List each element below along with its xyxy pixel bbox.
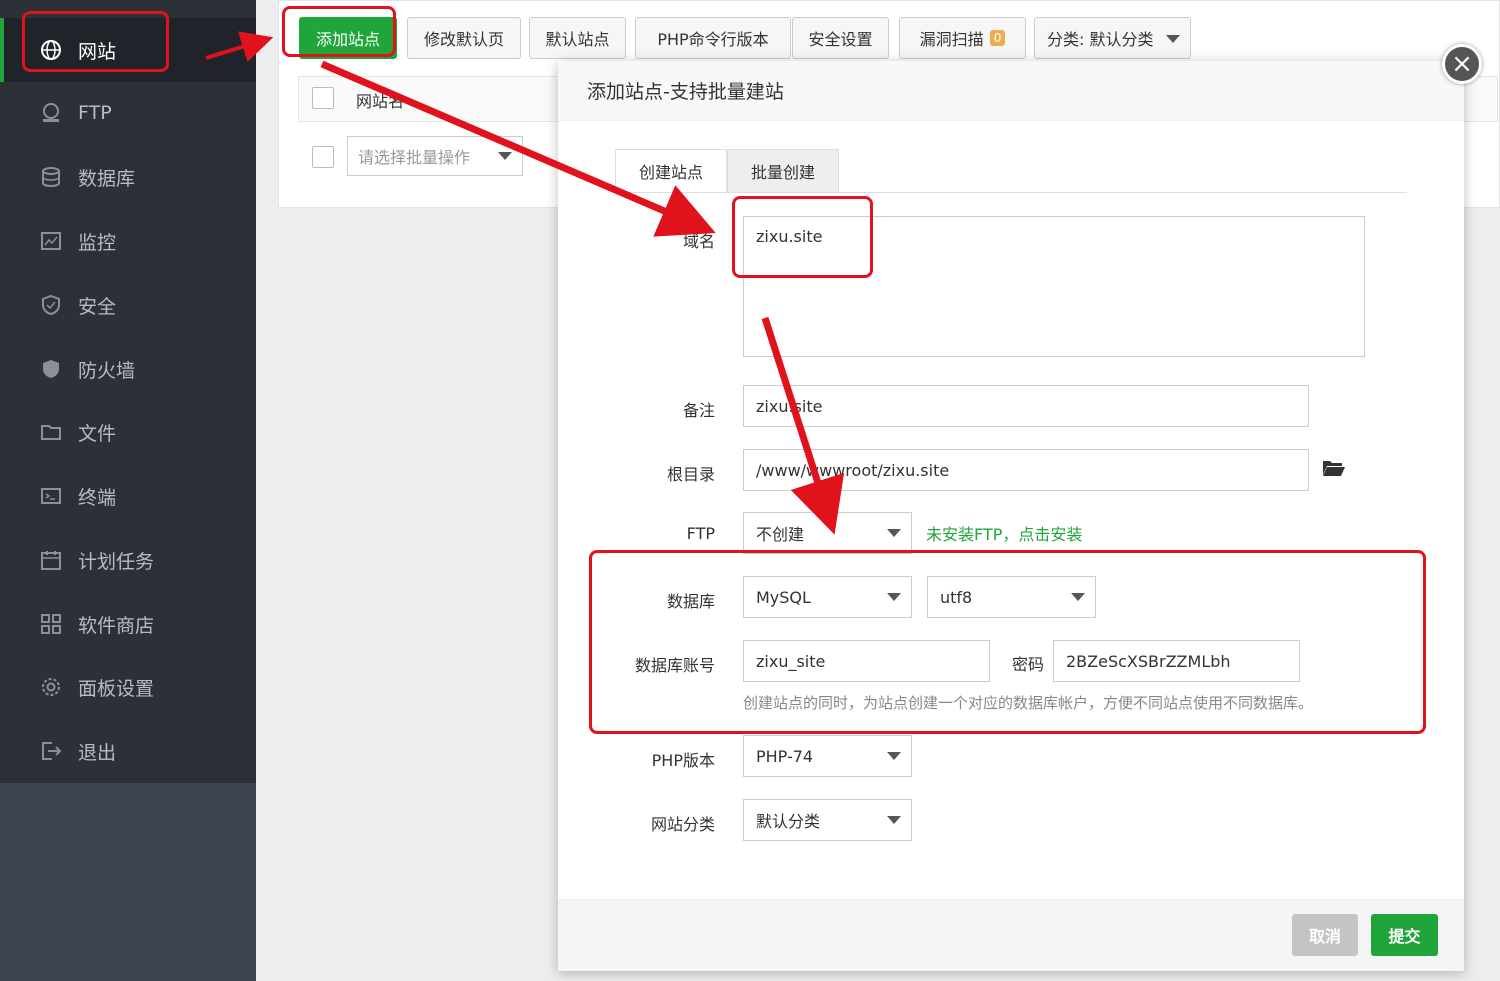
folder-icon [40, 421, 62, 443]
site-category-select[interactable]: 默认分类 [743, 799, 912, 841]
sidebar-item-label: 文件 [78, 422, 117, 445]
sidebar: 网站 FTP 数据库 监控 安全 防火墙 文件 终端 计划任务 软件商店 面板设… [0, 0, 256, 981]
php-version-select[interactable]: PHP-74 [743, 735, 912, 777]
add-site-dialog: 添加站点-支持批量建站 创建站点 批量创建 域名 zixu.site 备注 zi… [558, 61, 1464, 971]
root-dir-input[interactable]: /www/wwwroot/zixu.site [743, 449, 1309, 491]
database-label: 数据库 [666, 592, 715, 611]
sidebar-item-database[interactable]: 数据库 [0, 145, 256, 209]
caret-down-icon [887, 593, 901, 601]
shield-icon [40, 294, 62, 316]
sidebar-item-firewall[interactable]: 防火墙 [0, 337, 256, 401]
sidebar-item-label: 监控 [78, 231, 117, 254]
ftp-select[interactable]: 不创建 [743, 512, 912, 554]
category-label: 分类: 默认分类 [1047, 30, 1154, 49]
logout-icon [40, 740, 62, 762]
caret-down-icon [887, 816, 901, 824]
firewall-icon [40, 358, 62, 380]
sidebar-item-label: 终端 [78, 486, 117, 509]
caret-down-icon [1071, 593, 1085, 601]
ftp-label: FTP [686, 524, 715, 543]
cancel-button[interactable]: 取消 [1292, 914, 1358, 956]
sidebar-item-files[interactable]: 文件 [0, 400, 256, 464]
sidebar-item-label: 退出 [78, 741, 117, 764]
sidebar-item-label: FTP [78, 102, 112, 124]
apps-icon [40, 613, 62, 635]
calendar-icon [40, 549, 62, 571]
sidebar-item-label: 防火墙 [78, 359, 136, 382]
php-cli-button[interactable]: PHP命令行版本 [635, 17, 791, 59]
sidebar-item-monitor[interactable]: 监控 [0, 209, 256, 273]
folder-open-icon[interactable] [1322, 458, 1346, 478]
root-dir-label: 根目录 [666, 465, 715, 484]
site-category-value: 默认分类 [756, 812, 821, 831]
sidebar-item-label: 软件商店 [78, 614, 155, 637]
db-type-select[interactable]: MySQL [743, 576, 912, 618]
ftp-select-value: 不创建 [756, 525, 805, 544]
add-site-button[interactable]: 添加站点 [299, 17, 397, 59]
sidebar-item-website[interactable]: 网站 [0, 18, 256, 82]
sidebar-item-label: 面板设置 [78, 677, 155, 700]
database-hint: 创建站点的同时，为站点创建一个对应的数据库帐户，方便不同站点使用不同数据库。 [743, 694, 1314, 712]
bulk-action-select[interactable]: 请选择批量操作 [347, 136, 523, 176]
monitor-icon [40, 230, 62, 252]
vuln-count-badge: 0 [989, 30, 1006, 46]
sidebar-item-logout[interactable]: 退出 [0, 719, 256, 783]
tab-bulk-create[interactable]: 批量创建 [727, 149, 839, 193]
password-input[interactable]: 2BZeScXSBrZZMLbh [1053, 640, 1300, 682]
tab-divider [615, 192, 1407, 193]
db-type-value: MySQL [756, 587, 811, 607]
domain-textarea[interactable]: zixu.site [743, 216, 1365, 357]
default-site-button[interactable]: 默认站点 [529, 17, 626, 59]
ftp-icon [40, 102, 62, 124]
sidebar-item-label: 网站 [78, 40, 117, 63]
db-charset-value: utf8 [940, 587, 973, 607]
dialog-footer: 取消 提交 [558, 899, 1464, 971]
sidebar-item-ftp[interactable]: FTP [0, 81, 256, 145]
php-version-value: PHP-74 [756, 746, 814, 766]
db-charset-select[interactable]: utf8 [927, 576, 1096, 618]
database-icon [40, 166, 62, 188]
sidebar-item-panel-settings[interactable]: 面板设置 [0, 655, 256, 719]
sidebar-item-label: 计划任务 [78, 550, 155, 573]
caret-down-icon [887, 529, 901, 537]
edit-default-page-button[interactable]: 修改默认页 [407, 17, 521, 59]
caret-down-icon [887, 752, 901, 760]
submit-button[interactable]: 提交 [1371, 914, 1438, 956]
terminal-icon [40, 485, 62, 507]
install-ftp-link[interactable]: 未安装FTP，点击安装 [926, 521, 1082, 545]
security-settings-button[interactable]: 安全设置 [792, 17, 889, 59]
close-icon: × [1451, 49, 1473, 79]
sidebar-item-label: 数据库 [78, 167, 136, 190]
password-label: 密码 [1012, 655, 1045, 674]
db-account-label: 数据库账号 [634, 656, 715, 675]
php-version-label: PHP版本 [651, 751, 715, 770]
row-checkbox[interactable] [312, 146, 334, 168]
vuln-scan-button[interactable]: 漏洞扫描 0 [899, 17, 1026, 59]
gear-icon [40, 676, 62, 698]
close-dialog-button[interactable]: × [1442, 44, 1482, 84]
sidebar-item-app-store[interactable]: 软件商店 [0, 592, 256, 656]
site-category-label: 网站分类 [650, 815, 715, 834]
caret-down-icon [498, 152, 512, 160]
sidebar-item-cron[interactable]: 计划任务 [0, 528, 256, 592]
sidebar-item-terminal[interactable]: 终端 [0, 464, 256, 528]
col-site-name[interactable]: 网站名 [356, 88, 404, 112]
remark-label: 备注 [682, 401, 715, 420]
bulk-action-placeholder: 请选择批量操作 [358, 148, 471, 167]
category-dropdown[interactable]: 分类: 默认分类 [1034, 17, 1191, 59]
globe-icon [40, 39, 62, 61]
tab-create-site[interactable]: 创建站点 [615, 149, 727, 193]
caret-down-icon [1166, 35, 1180, 43]
select-all-checkbox[interactable] [312, 87, 334, 109]
sidebar-item-label: 安全 [78, 295, 117, 318]
domain-label: 域名 [682, 232, 715, 251]
vuln-scan-label: 漏洞扫描 [919, 30, 984, 49]
sidebar-item-security[interactable]: 安全 [0, 273, 256, 337]
dialog-title: 添加站点-支持批量建站 [558, 61, 1464, 121]
remark-input[interactable]: zixu.site [743, 385, 1309, 427]
db-account-input[interactable]: zixu_site [743, 640, 990, 682]
